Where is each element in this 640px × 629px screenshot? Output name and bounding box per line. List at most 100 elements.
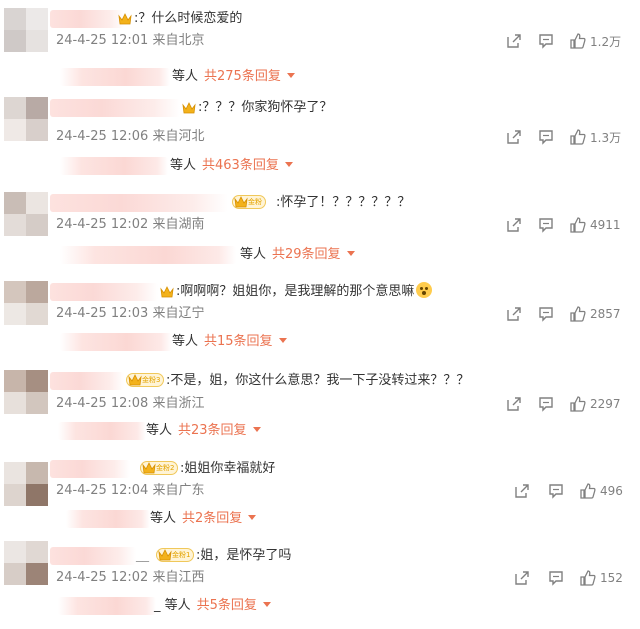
username-blurred[interactable]: [50, 283, 158, 301]
like-icon: [570, 306, 586, 322]
like-button[interactable]: 496: [580, 482, 623, 500]
username-suffix: __: [136, 548, 149, 563]
reply-names-blurred: [60, 157, 168, 175]
avatar[interactable]: [4, 462, 48, 506]
reply-button[interactable]: [548, 482, 564, 500]
share-icon: [507, 397, 521, 411]
comment-text: :姐姐你幸福就好: [180, 461, 276, 476]
username-blurred[interactable]: [50, 99, 180, 117]
comment-actions: 2857: [500, 305, 640, 323]
share-button[interactable]: [506, 128, 522, 146]
username-blurred[interactable]: [50, 10, 124, 28]
comment-actions: 1.2万: [500, 32, 640, 50]
comment-icon: [539, 34, 553, 49]
comment-time: 24-4-25 12:08: [56, 396, 149, 411]
comment-source: 来自河北: [152, 129, 205, 144]
like-button[interactable]: 2297: [570, 395, 621, 413]
comment-source: 来自北京: [152, 33, 205, 48]
username-blurred[interactable]: [50, 194, 228, 212]
like-button[interactable]: 2857: [570, 305, 621, 323]
avatar[interactable]: [4, 370, 48, 414]
replies-toggle[interactable]: 等人 共29条回复: [240, 246, 355, 264]
comment-source: 来自辽宁: [152, 306, 205, 321]
avatar[interactable]: [4, 192, 48, 236]
comment-meta: 24-4-25 12:06 来自河北: [56, 128, 205, 146]
like-count: 152: [600, 571, 623, 585]
replies-toggle[interactable]: 等人 共23条回复: [146, 422, 261, 440]
like-icon: [570, 396, 586, 412]
username-blurred[interactable]: [50, 460, 130, 478]
fan-badge-label: 金粉2: [156, 464, 175, 472]
comment-meta: 24-4-25 12:08 来自浙江: [56, 395, 205, 413]
share-button[interactable]: [514, 569, 530, 587]
comment-text-body: :啊啊啊？姐姐你，是我理解的那个意思嘛: [176, 284, 415, 299]
crown-icon: [160, 286, 174, 298]
comment-meta: 24-4-25 12:02 来自湖南: [56, 216, 205, 234]
reply-button[interactable]: [538, 32, 554, 50]
share-button[interactable]: [506, 395, 522, 413]
replies-toggle[interactable]: 等人 共2条回复: [150, 510, 257, 528]
like-icon: [570, 33, 586, 49]
caret-down-icon: [278, 338, 287, 343]
username-blurred[interactable]: [50, 372, 124, 390]
share-icon: [515, 571, 529, 585]
comment-actions: 2297: [500, 395, 640, 413]
avatar[interactable]: [4, 97, 48, 141]
reply-button[interactable]: [538, 395, 554, 413]
fan-badge: 金粉2: [140, 461, 179, 475]
like-count: 2857: [590, 307, 621, 321]
like-count: 1.3万: [590, 130, 622, 145]
share-button[interactable]: [514, 482, 530, 500]
like-icon: [580, 570, 596, 586]
avatar[interactable]: [4, 8, 48, 52]
like-count: 2297: [590, 397, 621, 411]
comment-time: 24-4-25 12:01: [56, 33, 149, 48]
reply-who: 等人: [150, 511, 177, 526]
share-icon: [507, 218, 521, 232]
reply-names-blurred: [58, 597, 156, 615]
comment-meta: 24-4-25 12:01 来自北京: [56, 32, 205, 50]
replies-toggle[interactable]: _ 等人 共5条回复: [154, 597, 271, 615]
comment-time: 24-4-25 12:04: [56, 483, 149, 498]
comment-actions: 4911: [500, 216, 640, 234]
share-button[interactable]: [506, 216, 522, 234]
reply-button[interactable]: [538, 216, 554, 234]
comment-time: 24-4-25 12:06: [56, 129, 149, 144]
share-button[interactable]: [506, 32, 522, 50]
like-button[interactable]: 152: [580, 569, 623, 587]
like-button[interactable]: 1.3万: [570, 128, 621, 146]
like-button[interactable]: 4911: [570, 216, 621, 234]
comment-actions: 152: [514, 569, 640, 587]
comment-meta: 24-4-25 12:04 来自广东: [56, 482, 205, 500]
reply-button[interactable]: [548, 569, 564, 587]
avatar[interactable]: [4, 541, 48, 585]
comment-source: 来自浙江: [152, 396, 205, 411]
reply-button[interactable]: [538, 305, 554, 323]
comment-icon: [539, 218, 553, 233]
caret-down-icon: [286, 73, 295, 78]
comment-source: 来自江西: [152, 570, 205, 585]
replies-toggle[interactable]: 等人 共275条回复: [172, 68, 295, 86]
share-icon: [507, 34, 521, 48]
comment-text: :啊啊啊？姐姐你，是我理解的那个意思嘛: [176, 282, 433, 302]
caret-down-icon: [252, 427, 261, 432]
share-button[interactable]: [506, 305, 522, 323]
replies-toggle[interactable]: 等人 共463条回复: [170, 157, 293, 175]
username-blurred[interactable]: [50, 547, 136, 565]
fan-badge: 金粉3: [126, 373, 165, 387]
comment-item: 金粉3 :不是，姐，你这什么意思？我一下子没转过来？？？ 24-4-25 12:…: [0, 370, 640, 456]
like-button[interactable]: 1.2万: [570, 32, 621, 50]
reply-who: 等人: [170, 158, 197, 173]
like-count: 1.2万: [590, 34, 622, 49]
like-icon: [570, 217, 586, 233]
reply-button[interactable]: [538, 128, 554, 146]
caret-down-icon: [262, 602, 271, 607]
reply-total: 共275条回复: [204, 69, 281, 84]
replies-toggle[interactable]: 等人 共15条回复: [172, 333, 287, 351]
avatar[interactable]: [4, 281, 48, 325]
share-icon: [507, 130, 521, 144]
crown-icon: [142, 462, 156, 474]
reply-names-blurred: [66, 510, 150, 528]
reply-total: 共2条回复: [182, 511, 243, 526]
fan-badge: 金粉1: [156, 548, 195, 562]
